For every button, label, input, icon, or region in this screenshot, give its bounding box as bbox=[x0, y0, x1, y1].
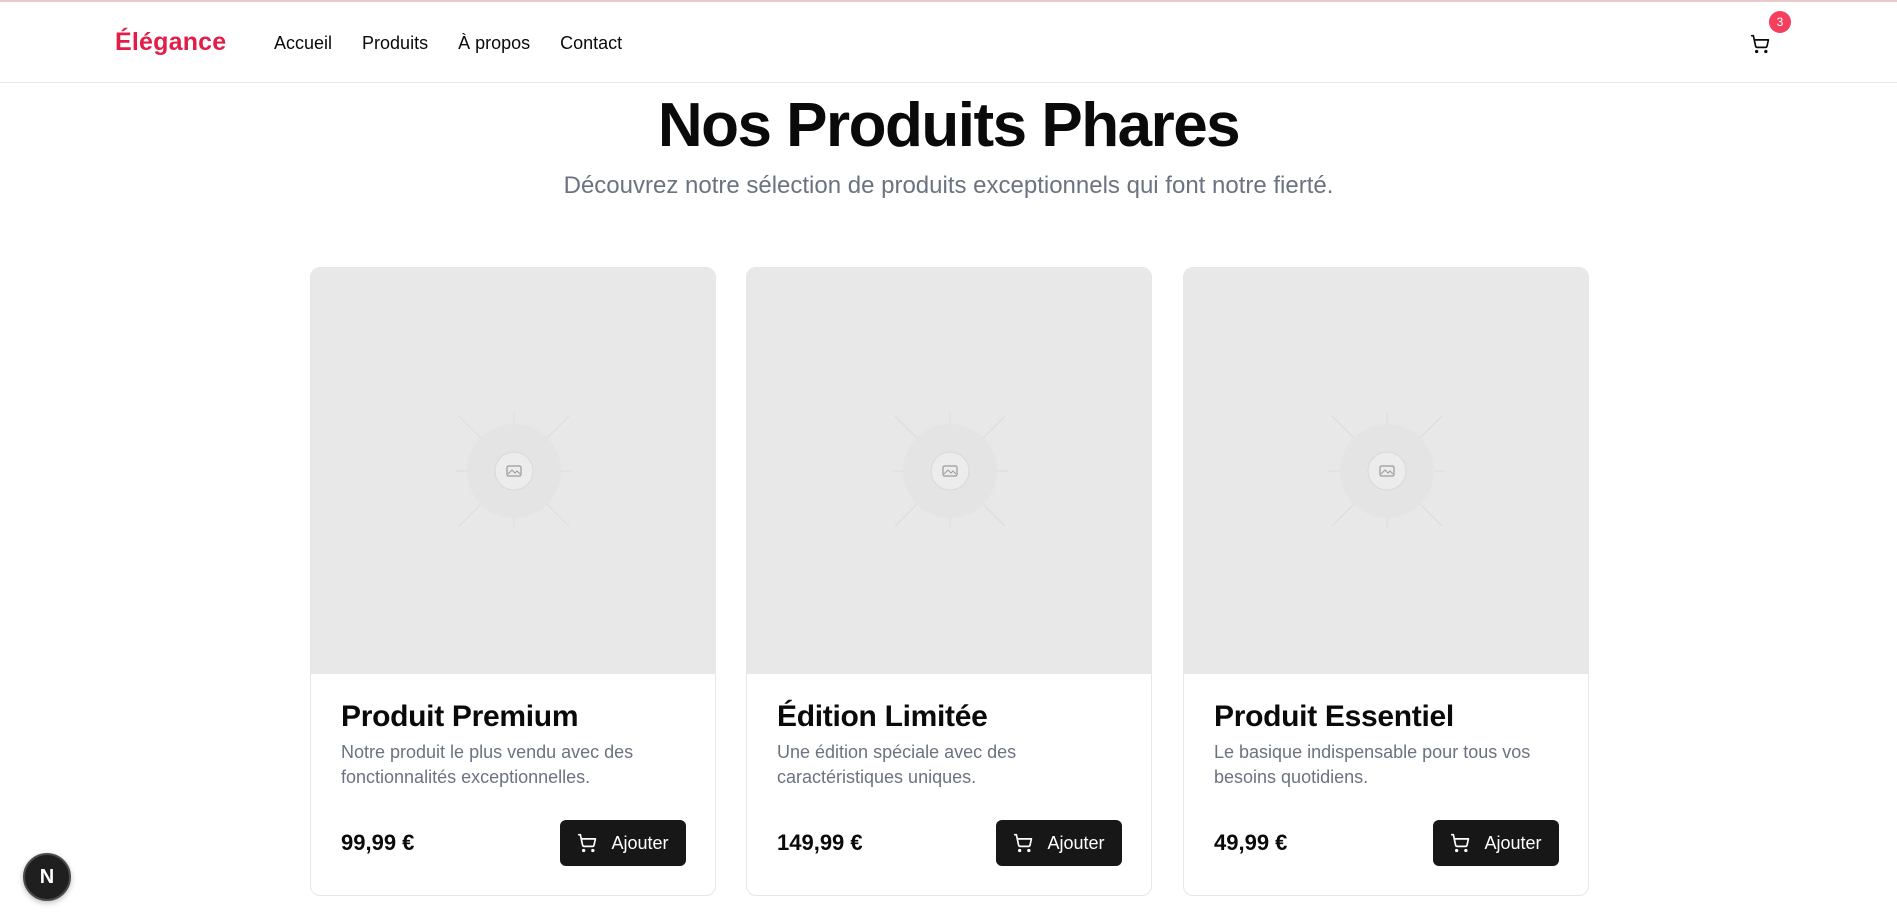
product-card: Produit Premium Notre produit le plus ve… bbox=[310, 267, 716, 896]
product-image-placeholder bbox=[747, 268, 1151, 674]
product-description: Le basique indispensable pour tous vos b… bbox=[1214, 742, 1531, 787]
page-subtitle: Découvrez notre sélection de produits ex… bbox=[563, 172, 1334, 199]
nav-item-a-propos[interactable]: À propos bbox=[458, 33, 530, 54]
product-title: Produit Premium bbox=[341, 700, 579, 733]
cart-count-badge: 3 bbox=[1769, 11, 1791, 33]
nav-item-produits[interactable]: Produits bbox=[362, 33, 428, 54]
add-to-cart-button[interactable]: Ajouter bbox=[560, 820, 686, 866]
cart-icon bbox=[1451, 833, 1470, 853]
product-price: 99,99 € bbox=[341, 830, 415, 855]
dev-tools-button[interactable]: N bbox=[23, 853, 71, 901]
product-image-placeholder bbox=[311, 268, 715, 674]
add-to-cart-label: Ajouter bbox=[1047, 832, 1105, 853]
product-price: 49,99 € bbox=[1214, 830, 1288, 855]
product-title: Édition Limitée bbox=[777, 700, 988, 733]
product-card: Produit Essentiel Le basique indispensab… bbox=[1183, 267, 1589, 896]
product-title: Produit Essentiel bbox=[1214, 700, 1454, 733]
cart-icon bbox=[1750, 34, 1770, 54]
brand-logo[interactable]: Élégance bbox=[115, 28, 226, 57]
navbar: Élégance Accueil Produits À propos Conta… bbox=[0, 2, 1897, 83]
main-nav: Accueil Produits À propos Contact bbox=[274, 33, 622, 54]
page-title: Nos Produits Phares bbox=[657, 91, 1241, 160]
dev-tools-logo: N bbox=[39, 865, 55, 888]
product-image-placeholder bbox=[1184, 268, 1588, 674]
add-to-cart-button[interactable]: Ajouter bbox=[1433, 820, 1559, 866]
cart-icon bbox=[578, 833, 597, 853]
product-description: Notre produit le plus vendu avec des fon… bbox=[341, 742, 634, 787]
add-to-cart-label: Ajouter bbox=[611, 832, 669, 853]
nav-item-accueil[interactable]: Accueil bbox=[274, 33, 332, 54]
cart-button[interactable] bbox=[1746, 30, 1774, 58]
cart-icon bbox=[1014, 833, 1033, 853]
product-price: 149,99 € bbox=[777, 830, 863, 855]
add-to-cart-label: Ajouter bbox=[1484, 832, 1542, 853]
image-placeholder-icon bbox=[456, 413, 572, 529]
nav-item-contact[interactable]: Contact bbox=[560, 33, 622, 54]
product-card: Édition Limitée Une édition spéciale ave… bbox=[746, 267, 1152, 896]
image-placeholder-icon bbox=[1329, 413, 1445, 529]
add-to-cart-button[interactable]: Ajouter bbox=[996, 820, 1122, 866]
product-description: Une édition spéciale avec des caractéris… bbox=[777, 742, 1017, 787]
image-placeholder-icon bbox=[892, 413, 1008, 529]
